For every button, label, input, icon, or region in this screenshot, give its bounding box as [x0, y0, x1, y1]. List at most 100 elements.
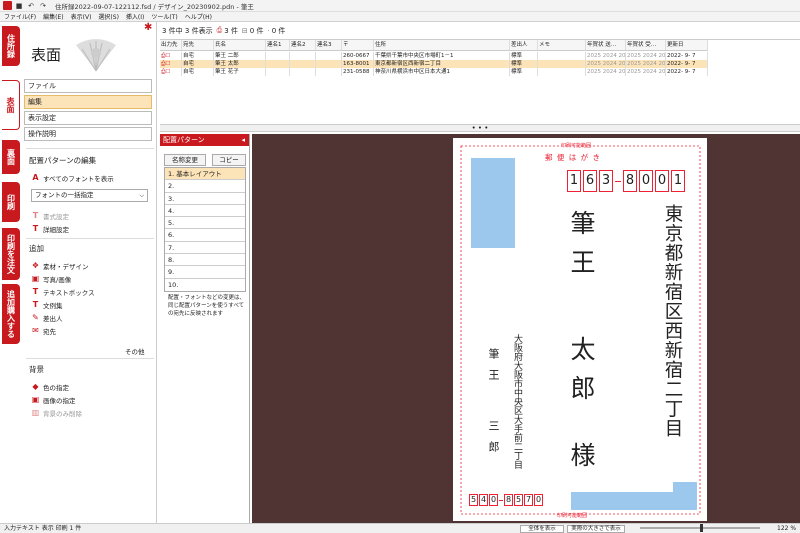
other-link[interactable]: その他	[125, 346, 145, 356]
zip-digit: 1	[671, 170, 685, 192]
list-item[interactable]: 5.	[165, 217, 245, 230]
recipient-honorific[interactable]: 様	[563, 442, 599, 467]
bg-image-link[interactable]: ▣ 画像の指定	[31, 395, 76, 406]
row-received: 2025 2024 20	[627, 52, 666, 60]
menu-file[interactable]: ファイル(F)	[4, 12, 36, 21]
sender-address[interactable]: 大阪府大阪市中央区大手前二丁目	[511, 334, 522, 469]
tab-buy-more[interactable]: 追加購入する	[2, 284, 20, 344]
table-row[interactable]: ⎙☐ 自宅 筆王 二郎 260-0667 千葉県千葉市中央区市場町1－1 標準 …	[160, 52, 708, 60]
list-item[interactable]: 1. 基本レイアウト	[165, 168, 245, 181]
bg-color-link[interactable]: ◆ 色の指定	[31, 382, 69, 393]
col-output[interactable]: 出力先	[160, 40, 182, 50]
add-phrases-link[interactable]: T 文例集	[31, 300, 63, 311]
row-joint1	[266, 52, 290, 60]
font-combo[interactable]: フォントの一括指定 ⌵	[31, 189, 148, 202]
col-zip[interactable]: 〒	[342, 40, 374, 50]
list-item[interactable]: 10.	[165, 279, 245, 291]
tab-back[interactable]: 裏面	[2, 140, 20, 174]
edit-button[interactable]: 編集	[24, 95, 152, 109]
list-item[interactable]: 8.	[165, 254, 245, 267]
undo-icon[interactable]: ↶	[27, 2, 35, 10]
col-received[interactable]: 年賀状 受…	[626, 40, 666, 50]
add-recipient-link[interactable]: ✉ 宛先	[31, 326, 56, 337]
tab-print[interactable]: 印刷	[2, 182, 20, 222]
list-item[interactable]: 9.	[165, 266, 245, 279]
col-dest[interactable]: 宛先	[182, 40, 214, 50]
trash-icon: ▥	[31, 408, 40, 417]
tab-order-print[interactable]: 印刷を注文	[2, 228, 20, 280]
recipient-address[interactable]: 東京都新宿区西新宿二丁目	[661, 204, 683, 438]
print-target-icon[interactable]: ⎙☐	[160, 52, 182, 60]
row-name: 筆王 二郎	[214, 52, 266, 60]
menu-view[interactable]: 表示(V)	[71, 12, 92, 21]
stamp-placeholder	[471, 158, 515, 248]
manual-button[interactable]: 操作説明	[24, 127, 152, 141]
add-material-link[interactable]: ❖ 素材・デザイン	[31, 261, 89, 272]
display-settings-button[interactable]: 表示設定	[24, 111, 152, 125]
other-count: 0 件	[271, 26, 286, 35]
copy-button[interactable]: コピー	[212, 154, 246, 166]
list-item[interactable]: 7.	[165, 242, 245, 255]
fit-view-button[interactable]: 全体を表示	[520, 525, 564, 533]
add-photo-link[interactable]: ▣ 写真/画像	[31, 274, 72, 285]
col-name[interactable]: 氏名	[214, 40, 266, 50]
gear-icon[interactable]: ✱	[144, 22, 152, 33]
menu-edit[interactable]: 編集(E)	[43, 12, 63, 21]
list-item[interactable]: 2.	[165, 180, 245, 193]
menu-insert[interactable]: 挿入(I)	[126, 12, 144, 21]
print-target-icon[interactable]: ⎙☐	[160, 68, 182, 76]
print-target-icon[interactable]: ⎙☐	[160, 60, 182, 68]
col-address[interactable]: 住所	[374, 40, 510, 50]
col-sender[interactable]: 差出人	[510, 40, 538, 50]
zip-boxes: 1 6 3 8 0 0 1	[567, 170, 685, 192]
menu-select[interactable]: 選択(S)	[98, 12, 119, 21]
tab-front[interactable]: 表面	[2, 80, 20, 130]
font-icon: A	[32, 173, 39, 182]
menu-bar: ファイル(F) 編集(E) 表示(V) 選択(S) 挿入(I) ツール(T) ヘ…	[0, 12, 800, 22]
add-photo-label: 写真/画像	[43, 276, 72, 284]
zip-digit: 0	[639, 170, 653, 192]
chevron-down-icon: ⌵	[139, 192, 144, 199]
bg-delete-link[interactable]: ▥ 背景のみ削除	[31, 408, 82, 419]
table-row[interactable]: ⎙☐ 自宅 筆王 太郎 163-8001 東京都新宿区西新宿二丁目 標準 202…	[160, 60, 708, 68]
collapse-icon[interactable]: ◂	[241, 134, 245, 146]
col-updated[interactable]: 更新日	[666, 40, 708, 50]
menu-help[interactable]: ヘルプ(H)	[185, 12, 212, 21]
postcard[interactable]: 印刷可能範囲 印刷可能範囲 郵 便 は が き 1 6 3 8 0 0 1 東京…	[453, 138, 707, 521]
bg-delete-label: 背景のみ削除	[43, 410, 82, 418]
save-icon[interactable]: ■	[15, 2, 23, 10]
sender-family-name[interactable]: 筆王	[485, 348, 501, 390]
col-joint3[interactable]: 連名3	[316, 40, 342, 50]
recipient-given-name[interactable]: 太郎	[563, 336, 599, 414]
menu-tools[interactable]: ツール(T)	[151, 12, 177, 21]
col-joint1[interactable]: 連名1	[266, 40, 290, 50]
recipient-family-name[interactable]: 筆王	[563, 210, 599, 288]
tab-address-book[interactable]: 住所録	[2, 26, 20, 66]
redo-icon[interactable]: ↷	[39, 2, 47, 10]
splitter-handle[interactable]: • • •	[160, 124, 800, 132]
barcode-placeholder	[571, 492, 677, 510]
col-memo[interactable]: メモ	[538, 40, 586, 50]
table-row[interactable]: ⎙☐ 自宅 筆王 花子 231-0588 神奈川県横浜市中区日本大通1 標準 2…	[160, 68, 708, 76]
add-textbox-link[interactable]: T テキストボックス	[31, 287, 95, 298]
add-sender-link[interactable]: ✎ 差出人	[31, 313, 62, 324]
zip-digit: 8	[623, 170, 637, 192]
list-item[interactable]: 6.	[165, 229, 245, 242]
rename-button[interactable]: 名称変更	[164, 154, 206, 166]
list-item[interactable]: 4.	[165, 205, 245, 218]
sender-given-name[interactable]: 三郎	[485, 420, 501, 462]
phrase-icon: T	[32, 300, 39, 309]
col-joint2[interactable]: 連名2	[290, 40, 316, 50]
zip-dash	[615, 181, 621, 182]
col-sent[interactable]: 年賀状 送…	[586, 40, 626, 50]
format-setting-link[interactable]: T 書式設定	[31, 211, 69, 222]
file-button[interactable]: ファイル	[24, 79, 152, 93]
show-all-fonts-link[interactable]: A すべてのフォントを表示	[31, 173, 113, 184]
design-canvas[interactable]: 印刷可能範囲 印刷可能範囲 郵 便 は が き 1 6 3 8 0 0 1 東京…	[252, 134, 800, 523]
list-item[interactable]: 3.	[165, 193, 245, 205]
detail-setting-link[interactable]: T 詳細設定	[31, 224, 69, 235]
zoom-slider-thumb[interactable]	[700, 524, 703, 532]
title-bar: ■ ↶ ↷ 住所録2022-09-07-122112.fsd / デザイン_20…	[0, 0, 800, 12]
sender-zip-boxes: 5 4 0 8 5 7 0	[469, 494, 543, 506]
actual-size-button[interactable]: 実際の大きさで表示	[567, 525, 625, 533]
